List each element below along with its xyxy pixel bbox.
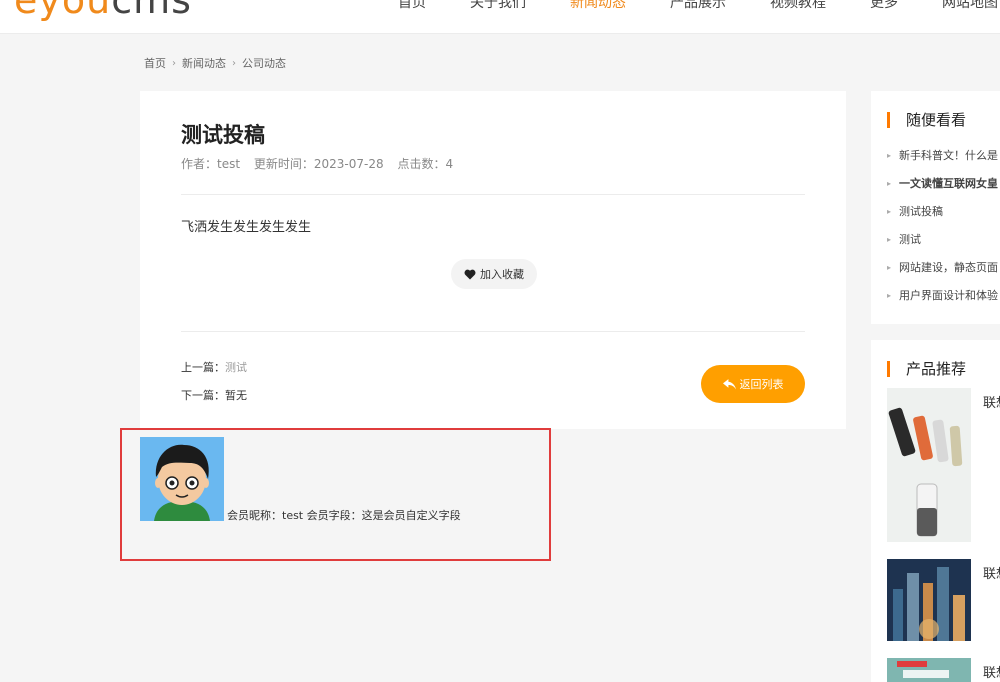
nav-item-more[interactable]: 更多 <box>870 0 898 12</box>
breadcrumb-news[interactable]: 新闻动态 <box>182 55 226 71</box>
product-label[interactable]: 联想 <box>983 392 1000 411</box>
sidebar-random-title: 随便看看 <box>887 112 966 128</box>
sidebar-random-list: ▸ 新手科普文！什么是 ▸ 一文读懂互联网女皇 ▸ 测试投稿 ▸ 测试 ▸ 网站建设，静态… <box>887 141 1000 309</box>
nav-item-videos[interactable]: 视频教程 <box>770 0 826 12</box>
add-favorite-label: 加入收藏 <box>480 268 524 281</box>
product-image[interactable] <box>887 559 971 641</box>
next-article: 下一篇：暂无 <box>181 389 247 402</box>
chevron-right-icon: › <box>172 57 176 69</box>
triangle-right-icon: ▸ <box>887 290 892 300</box>
product-image[interactable] <box>887 388 971 542</box>
reply-icon <box>722 378 736 389</box>
nav-item-sitemap[interactable]: 网站地图 <box>942 0 998 12</box>
breadcrumb-company-news[interactable]: 公司动态 <box>242 55 286 71</box>
breadcrumb-home[interactable]: 首页 <box>144 55 166 71</box>
main-nav: 首页 关于我们 新闻动态 产品展示 视频教程 更多 网站地图 <box>398 0 1000 12</box>
breadcrumb: 首页 › 新闻动态 › 公司动态 <box>144 55 286 71</box>
add-favorite-button[interactable]: 加入收藏 <box>451 259 537 289</box>
triangle-right-icon: ▸ <box>887 234 892 244</box>
sidebar-product-title: 产品推荐 <box>887 361 966 377</box>
next-article-link: 暂无 <box>225 389 247 402</box>
prev-article: 上一篇：测试 <box>181 361 247 374</box>
article-meta: 作者：test 更新时间：2023-07-28 点击数：4 <box>181 155 463 172</box>
sidebar-random-card: 随便看看 ▸ 新手科普文！什么是 ▸ 一文读懂互联网女皇 ▸ 测试投稿 ▸ 测试 ▸ 网站… <box>871 91 1000 324</box>
article-title: 测试投稿 <box>181 123 265 147</box>
sidebar-product-card: 产品推荐 联想 联想 联想 <box>871 340 1000 682</box>
product-image[interactable] <box>887 658 971 682</box>
article-author: 作者：test <box>181 157 241 171</box>
product-label[interactable]: 联想 <box>983 662 1000 681</box>
divider <box>181 331 805 332</box>
site-header: eyoucms 首页 关于我们 新闻动态 产品展示 视频教程 更多 网站地图 <box>0 0 1000 34</box>
product-label[interactable]: 联想 <box>983 563 1000 582</box>
nav-item-news[interactable]: 新闻动态 <box>570 0 626 12</box>
avatar <box>140 437 224 521</box>
list-item[interactable]: ▸ 新手科普文！什么是 <box>887 141 1000 169</box>
list-item[interactable]: ▸ 用户界面设计和体验 <box>887 281 1000 309</box>
nav-item-home[interactable]: 首页 <box>398 0 426 12</box>
back-to-list-button[interactable]: 返回列表 <box>701 365 805 403</box>
article-content: 飞洒发生发生发生发生 <box>181 220 312 235</box>
nav-item-products[interactable]: 产品展示 <box>670 0 726 12</box>
list-item[interactable]: ▸ 网站建设，静态页面 <box>887 253 1000 281</box>
list-item[interactable]: ▸ 测试 <box>887 225 1000 253</box>
triangle-right-icon: ▸ <box>887 178 892 188</box>
article-panel: 测试投稿 作者：test 更新时间：2023-07-28 点击数：4 飞洒发生发… <box>140 91 846 429</box>
divider <box>181 194 805 195</box>
triangle-right-icon: ▸ <box>887 262 892 272</box>
member-info-text: 会员昵称：test 会员字段：这是会员自定义字段 <box>227 509 461 522</box>
article-updated: 更新时间：2023-07-28 <box>253 157 384 171</box>
chevron-right-icon: › <box>232 57 236 69</box>
article-clicks: 点击数：4 <box>397 157 454 171</box>
triangle-right-icon: ▸ <box>887 206 892 216</box>
member-info-box: 会员昵称：test 会员字段：这是会员自定义字段 <box>120 428 551 561</box>
heart-icon <box>464 269 476 279</box>
list-item[interactable]: ▸ 一文读懂互联网女皇 <box>887 169 1000 197</box>
triangle-right-icon: ▸ <box>887 150 892 160</box>
back-to-list-label: 返回列表 <box>739 378 784 391</box>
list-item[interactable]: ▸ 测试投稿 <box>887 197 1000 225</box>
prev-article-link[interactable]: 测试 <box>225 361 247 374</box>
nav-item-about[interactable]: 关于我们 <box>470 0 526 12</box>
site-logo[interactable]: eyoucms <box>14 0 192 22</box>
